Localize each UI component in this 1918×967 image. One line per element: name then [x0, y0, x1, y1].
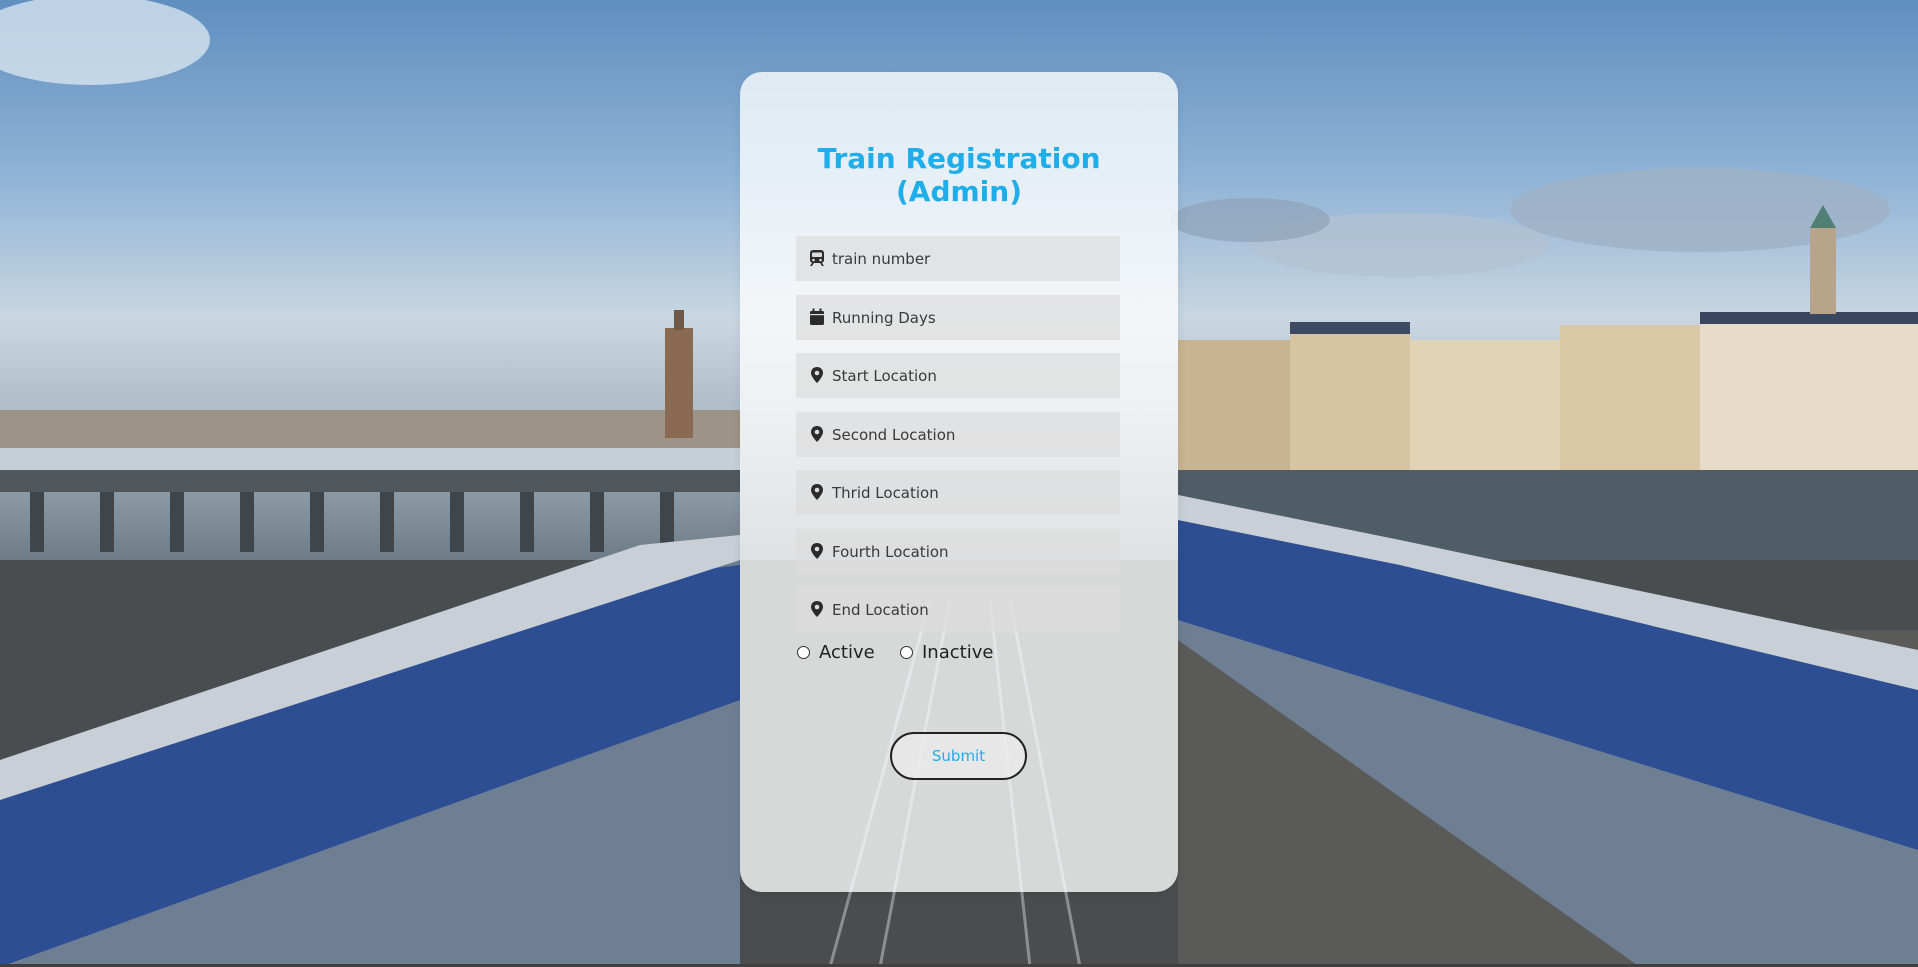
end-location-field[interactable]	[796, 587, 1120, 632]
end-location-input[interactable]	[832, 587, 1112, 632]
fourth-location-input[interactable]	[832, 529, 1112, 574]
location-pin-icon	[811, 543, 823, 559]
inactive-label: Inactive	[922, 642, 994, 663]
title-line-1: Train Registration	[817, 142, 1101, 175]
train-icon	[810, 250, 824, 266]
running-days-field[interactable]	[796, 295, 1120, 340]
train-number-input[interactable]	[832, 236, 1112, 281]
active-label: Active	[819, 642, 875, 663]
third-location-field[interactable]	[796, 470, 1120, 515]
start-location-input[interactable]	[832, 353, 1112, 398]
second-location-input[interactable]	[832, 412, 1112, 457]
location-pin-icon	[811, 426, 823, 442]
page-title: Train Registration (Admin)	[740, 142, 1178, 208]
start-location-field[interactable]	[796, 353, 1120, 398]
fourth-location-field[interactable]	[796, 529, 1120, 574]
calendar-icon	[810, 308, 824, 325]
location-pin-icon	[811, 601, 823, 617]
inactive-radio[interactable]	[900, 646, 913, 659]
submit-button[interactable]: Submit	[890, 732, 1027, 780]
train-number-field[interactable]	[796, 236, 1120, 281]
location-pin-icon	[811, 367, 823, 383]
active-radio[interactable]	[797, 646, 810, 659]
title-line-2: (Admin)	[895, 175, 1022, 208]
registration-card: Train Registration (Admin) train number …	[740, 72, 1178, 892]
location-pin-icon	[811, 484, 823, 500]
third-location-input[interactable]	[832, 470, 1112, 515]
running-days-input[interactable]	[832, 295, 1112, 340]
second-location-field[interactable]	[796, 412, 1120, 457]
